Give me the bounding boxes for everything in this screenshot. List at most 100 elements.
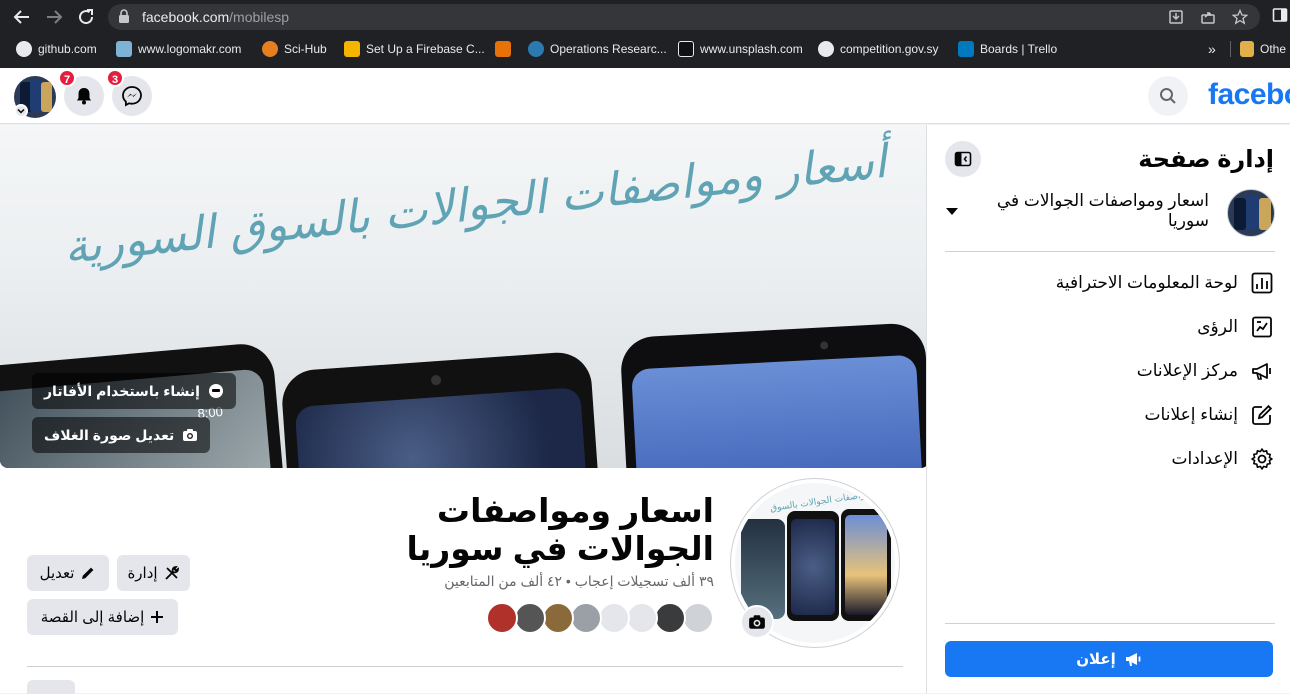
phone-right — [619, 322, 929, 468]
menu-professional-dashboard[interactable]: لوحة المعلومات الاحترافية — [1056, 268, 1274, 298]
divider — [945, 623, 1275, 624]
update-profile-picture-button[interactable] — [740, 605, 774, 639]
manage-button[interactable]: إدارة — [117, 555, 190, 591]
reload-icon[interactable] — [76, 7, 96, 27]
app-icon — [495, 41, 511, 57]
gear-icon — [1251, 448, 1273, 470]
follower-avatars[interactable] — [486, 602, 714, 634]
install-app-icon[interactable] — [1168, 9, 1184, 25]
cover-headline: أسعار ومواصفات الجوالات بالسوق السورية — [61, 133, 889, 275]
messenger-icon — [122, 86, 142, 107]
collapse-panel-button[interactable] — [945, 141, 981, 177]
follower-avatar — [682, 602, 714, 634]
more-bookmarks-button[interactable]: » — [1208, 41, 1216, 57]
page-title: اسعار ومواصفات الجوالات في سوريا — [406, 492, 714, 567]
bookmark-unsplash[interactable]: www.unsplash.com — [678, 41, 803, 57]
url-domain: facebook.com — [142, 9, 230, 25]
menu-settings[interactable]: الإعدادات — [1171, 444, 1274, 474]
camera-icon — [749, 615, 765, 629]
follower-avatar — [598, 602, 630, 634]
camera-icon — [183, 429, 198, 441]
menu-ad-center[interactable]: مركز الإعلانات — [1137, 356, 1274, 386]
firebase-icon — [344, 41, 360, 57]
follower-avatar — [486, 602, 518, 634]
search-icon — [1160, 88, 1176, 104]
menu-label: مركز الإعلانات — [1136, 361, 1238, 380]
lock-icon — [119, 9, 129, 23]
follower-avatar — [570, 602, 602, 634]
menu-create-ads[interactable]: إنشاء إعلانات — [1145, 400, 1274, 430]
back-icon[interactable] — [12, 7, 32, 27]
url-path: /mobilesp — [229, 9, 290, 25]
menu-insights[interactable]: الرؤى — [1197, 312, 1274, 342]
folder-icon — [1240, 41, 1254, 57]
logomakr-icon — [116, 41, 132, 57]
promote-button[interactable]: إعلان — [945, 641, 1273, 677]
scihub-icon — [262, 41, 278, 57]
bookmark-label: competition.gov.sy — [840, 42, 939, 56]
trello-icon — [958, 41, 974, 57]
megaphone-icon — [1252, 363, 1271, 380]
follower-avatar — [626, 602, 658, 634]
bookmark-firebase[interactable]: Set Up a Firebase C... — [344, 41, 485, 57]
address-row: facebook.com/mobilesp — [0, 0, 1290, 34]
bookmark-unnamed[interactable] — [495, 41, 511, 57]
create-with-avatar-button[interactable]: إنشاء باستخدام الأفاتار — [32, 373, 236, 409]
search-button[interactable] — [1148, 76, 1188, 116]
cover-photo: أسعار ومواصفات الجوالات بالسوق السورية 8… — [0, 125, 929, 468]
facebook-top-nav: 7 3 facebo — [0, 68, 1290, 124]
edit-page-button[interactable]: تعديل — [27, 555, 109, 591]
avatar-icon — [208, 384, 223, 398]
bookmark-logomakr[interactable]: www.logomakr.com — [116, 41, 241, 57]
bookmark-label: www.unsplash.com — [700, 42, 803, 56]
edit-cover-photo-button[interactable]: تعديل صورة الغلاف — [32, 417, 211, 453]
tools-icon — [164, 566, 179, 580]
address-bar[interactable]: facebook.com/mobilesp — [108, 4, 1260, 30]
follower-avatar — [514, 602, 546, 634]
divider — [945, 251, 1275, 252]
globe-icon — [818, 41, 834, 57]
notifications-badge: 7 — [58, 69, 76, 87]
operations-research-icon — [528, 41, 544, 57]
page-switcher[interactable]: اسعار ومواصفات الجوالات في سوريا — [945, 189, 1275, 239]
add-to-story-label: إضافة إلى القصة — [40, 609, 145, 626]
more-button[interactable] — [27, 680, 75, 694]
share-icon[interactable] — [1200, 9, 1216, 25]
bookmarks-divider — [1230, 41, 1231, 57]
edit-page-label: تعديل — [39, 565, 75, 582]
other-bookmarks-folder[interactable]: Othe — [1240, 41, 1286, 57]
manage-label: إدارة — [127, 565, 158, 582]
follower-avatar — [542, 602, 574, 634]
manage-page-panel: إدارة صفحة اسعار ومواصفات الجوالات في سو… — [926, 125, 1290, 693]
bookmark-star-icon[interactable] — [1231, 8, 1249, 25]
github-icon — [16, 41, 32, 57]
bookmark-competition[interactable]: competition.gov.sy — [818, 41, 939, 57]
divider — [27, 666, 903, 667]
phone-middle — [280, 350, 602, 468]
insights-icon — [1252, 316, 1272, 338]
create-with-avatar-label: إنشاء باستخدام الأفاتار — [44, 382, 200, 399]
menu-label: إنشاء إعلانات — [1144, 405, 1238, 424]
bookmark-operations-research[interactable]: Operations Researc... — [528, 41, 667, 57]
browser-chrome: facebook.com/mobilesp github.com www.log… — [0, 0, 1290, 68]
bookmark-trello[interactable]: Boards | Trello — [958, 41, 1057, 57]
bookmark-label: Sci-Hub — [284, 42, 327, 56]
panel-toggle-icon — [954, 151, 972, 167]
account-menu-chevron-icon[interactable] — [14, 104, 28, 118]
page-switcher-name: اسعار ومواصفات الجوالات في سوريا — [996, 191, 1209, 230]
bookmark-label: Set Up a Firebase C... — [366, 42, 485, 56]
side-panel-icon[interactable] — [1270, 7, 1290, 27]
menu-label: لوحة المعلومات الاحترافية — [1055, 273, 1238, 292]
plus-icon — [151, 611, 164, 623]
page-stats[interactable]: ٣٩ ألف تسجيلات إعجاب • ٤٢ ألف من المتابع… — [444, 573, 714, 590]
add-to-story-button[interactable]: إضافة إلى القصة — [27, 599, 178, 635]
bookmark-github[interactable]: github.com — [16, 41, 97, 57]
forward-icon[interactable] — [44, 7, 64, 27]
menu-label: الرؤى — [1197, 317, 1238, 336]
pencil-icon — [82, 567, 94, 579]
url-text: facebook.com/mobilesp — [142, 9, 289, 25]
bookmark-scihub[interactable]: Sci-Hub — [262, 41, 327, 57]
facebook-logo[interactable]: facebo — [1208, 78, 1290, 112]
panel-title: إدارة صفحة — [1138, 146, 1274, 173]
messenger-badge: 3 — [106, 69, 124, 87]
